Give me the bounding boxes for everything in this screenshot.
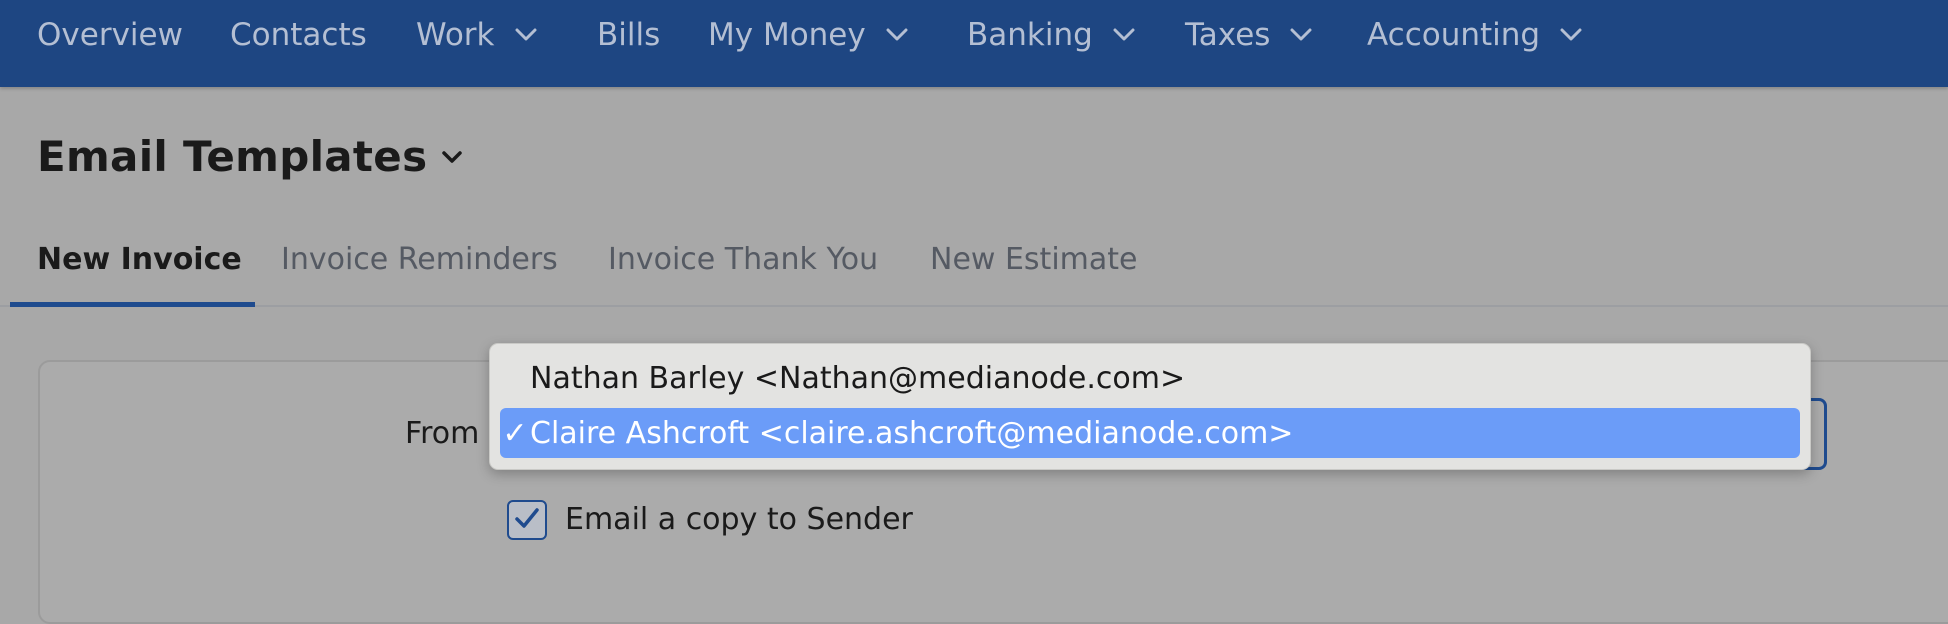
tab-invoice-thank-you[interactable]: Invoice Thank You bbox=[608, 242, 878, 277]
from-option-label: Nathan Barley <Nathan@medianode.com> bbox=[530, 360, 1186, 396]
from-option-label: Claire Ashcroft <claire.ashcroft@mediano… bbox=[530, 415, 1294, 451]
checkmark-icon bbox=[514, 507, 540, 533]
active-tab-indicator bbox=[10, 302, 255, 307]
nav-item-work[interactable]: Work bbox=[416, 16, 537, 54]
nav-item-label: Bills bbox=[597, 17, 661, 53]
nav-item-bills[interactable]: Bills bbox=[597, 16, 660, 54]
nav-item-contacts[interactable]: Contacts bbox=[230, 16, 367, 54]
nav-item-label: Overview bbox=[37, 17, 183, 53]
from-label: From bbox=[405, 416, 480, 451]
tabs-divider bbox=[0, 305, 1948, 307]
nav-item-label: Taxes bbox=[1185, 17, 1271, 53]
nav-item-label: Contacts bbox=[230, 17, 367, 53]
from-option-selected[interactable]: ✓ Claire Ashcroft <claire.ashcroft@media… bbox=[500, 408, 1800, 458]
chevron-down-icon bbox=[1290, 28, 1312, 42]
chevron-down-icon bbox=[515, 28, 537, 42]
tab-label: New Estimate bbox=[930, 242, 1138, 277]
nav-item-label: Banking bbox=[967, 17, 1093, 53]
chevron-down-icon bbox=[1560, 28, 1582, 42]
tab-label: Invoice Reminders bbox=[281, 242, 558, 277]
nav-item-label: My Money bbox=[708, 17, 866, 53]
top-navigation: Overview Contacts Work Bills My Money Ba… bbox=[0, 0, 1948, 87]
tab-label: Invoice Thank You bbox=[608, 242, 879, 277]
nav-item-label: Accounting bbox=[1367, 17, 1541, 53]
email-copy-label: Email a copy to Sender bbox=[565, 502, 913, 537]
nav-item-taxes[interactable]: Taxes bbox=[1185, 16, 1312, 54]
tab-new-estimate[interactable]: New Estimate bbox=[930, 242, 1137, 277]
tab-label: New Invoice bbox=[37, 242, 242, 277]
checkmark-icon: ✓ bbox=[502, 415, 528, 451]
tab-new-invoice[interactable]: New Invoice bbox=[37, 242, 242, 277]
chevron-down-icon bbox=[886, 28, 908, 42]
nav-item-my-money[interactable]: My Money bbox=[708, 16, 908, 54]
page-title-menu[interactable]: Email Templates bbox=[37, 132, 463, 181]
chevron-down-icon bbox=[441, 150, 463, 164]
chevron-down-icon bbox=[1113, 28, 1135, 42]
nav-item-banking[interactable]: Banking bbox=[967, 16, 1135, 54]
nav-item-accounting[interactable]: Accounting bbox=[1367, 16, 1582, 54]
email-copy-checkbox[interactable] bbox=[507, 500, 547, 540]
nav-item-overview[interactable]: Overview bbox=[37, 16, 183, 54]
page-title: Email Templates bbox=[37, 132, 428, 181]
nav-item-label: Work bbox=[416, 17, 495, 53]
tab-invoice-reminders[interactable]: Invoice Reminders bbox=[281, 242, 558, 277]
from-dropdown-menu: Nathan Barley <Nathan@medianode.com> ✓ C… bbox=[489, 343, 1811, 470]
from-option[interactable]: Nathan Barley <Nathan@medianode.com> bbox=[500, 353, 1800, 403]
